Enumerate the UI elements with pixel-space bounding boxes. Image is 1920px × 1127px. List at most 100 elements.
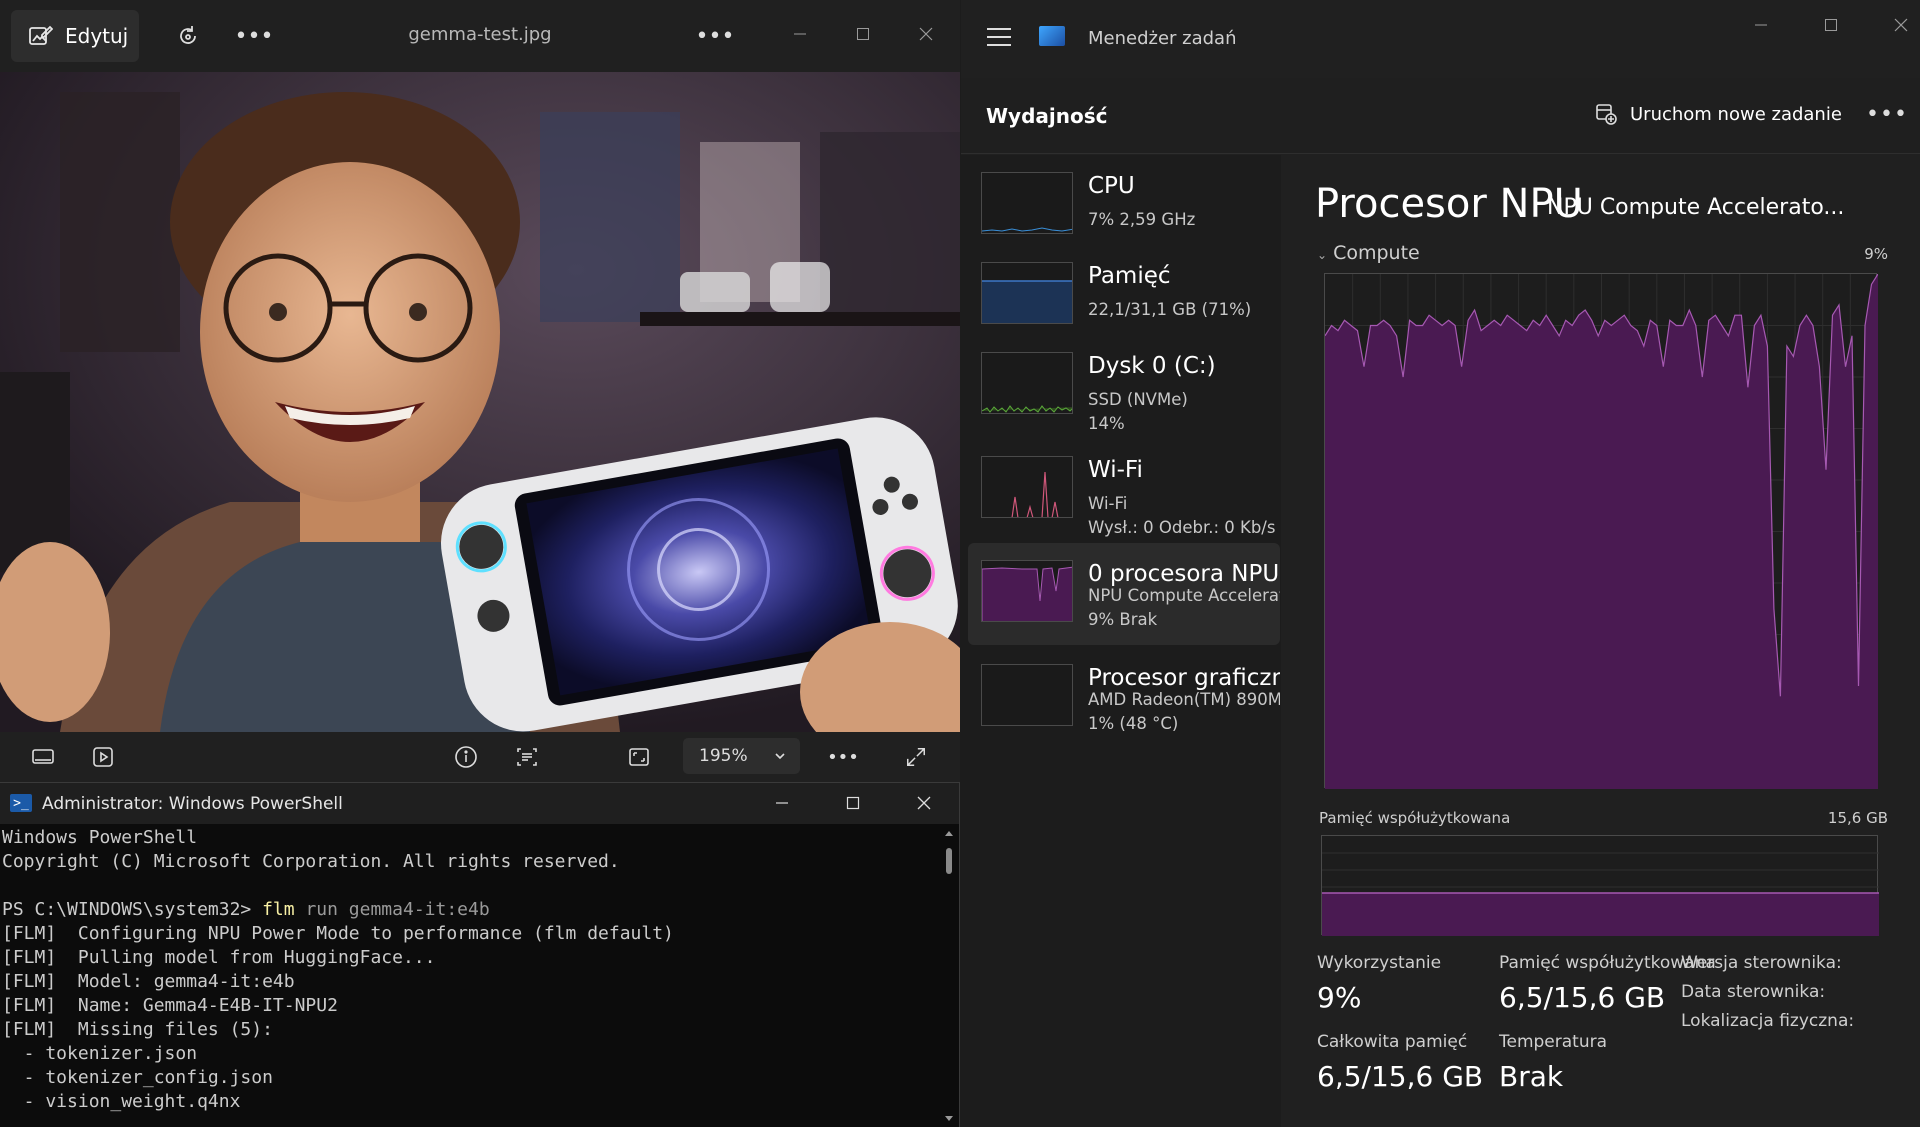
ps-minimize-icon[interactable] (762, 788, 802, 818)
zoom-value: 195% (699, 746, 748, 766)
perf-item-name: CPU (1088, 173, 1135, 199)
minimize-icon[interactable] (780, 16, 820, 52)
edit-button[interactable]: Edytuj (11, 10, 139, 62)
photo-more-icon[interactable]: ••• (696, 18, 735, 54)
section-title: Wydajność (986, 104, 1108, 128)
filmstrip-icon[interactable] (27, 742, 59, 772)
new-task-icon (1596, 104, 1617, 125)
powershell-titlebar: >_ Administrator: Windows PowerShell (0, 783, 959, 824)
maximize-icon[interactable] (843, 16, 883, 52)
usage-label: Wykorzystanie (1317, 953, 1442, 973)
console-line: [FLM] Missing files (5): (2, 1019, 273, 1040)
memory-mini-graph (981, 262, 1073, 324)
chevron-down-icon: ⌄ (1317, 248, 1328, 262)
perf-item-name: Wi-Fi (1088, 457, 1143, 483)
console-scrollbar[interactable] (943, 828, 955, 1124)
tm-minimize-icon[interactable] (1741, 10, 1781, 40)
ps-maximize-icon[interactable] (833, 788, 873, 818)
scan-text-icon[interactable] (511, 742, 543, 772)
perf-item-npu[interactable]: 0 procesora NPU NPU Compute Accelerator … (968, 543, 1280, 645)
perf-item-gpu[interactable]: Procesor graficzny 0 AMD Radeon(TM) 890M… (968, 647, 1280, 749)
perf-item-detail: 7% 2,59 GHz (1088, 210, 1196, 229)
console-line: [FLM] Pulling model from HuggingFace... (2, 947, 436, 968)
task-manager-window: Menedżer zadań Wydajność Uruchom nowe za… (961, 0, 1920, 1127)
close-icon[interactable] (906, 16, 946, 52)
usage-value: 9% (1317, 981, 1362, 1014)
edit-button-label: Edytuj (65, 24, 129, 48)
performance-header: Wydajność Uruchom nowe zadanie ••• (961, 78, 1920, 154)
compute-graph-selector[interactable]: ⌄ Compute (1317, 242, 1420, 264)
shared-memory-value: 6,5/15,6 GB (1499, 981, 1666, 1014)
powershell-window: >_ Administrator: Windows PowerShell Win… (0, 782, 960, 1127)
tm-close-icon[interactable] (1881, 10, 1920, 40)
device-name: NPU Compute Accelerato... (1547, 195, 1845, 220)
zoom-dropdown[interactable]: 195% (683, 738, 800, 774)
perf-item-name: Dysk 0 (C:) (1088, 353, 1216, 379)
header-more-icon[interactable]: ••• (1866, 102, 1908, 127)
perf-item-wifi[interactable]: Wi-Fi Wi-Fi Wysł.: 0 Odebr.: 0 Kb/s (968, 439, 1280, 541)
photos-bottombar: 195% ••• (0, 732, 960, 782)
console-output[interactable]: Windows PowerShell Copyright (C) Microsof… (0, 824, 940, 1127)
cpu-mini-graph (981, 172, 1073, 234)
temperature-value: Brak (1499, 1060, 1564, 1093)
perf-item-detail-2: 14% (1088, 414, 1125, 433)
shared-memory-graph-max: 15,6 GB (1827, 809, 1888, 827)
perf-item-detail: Wi-Fi (1088, 494, 1128, 513)
console-line: Copyright (C) Microsoft Corporation. All… (2, 851, 620, 872)
shared-memory-graph-label: Pamięć współużytkowana (1319, 809, 1511, 827)
perf-item-cpu[interactable]: CPU 7% 2,59 GHz (968, 155, 1280, 257)
console-line: [FLM] Model: gemma4-it:e4b (2, 971, 295, 992)
console-command: flm (262, 899, 295, 920)
chevron-down-icon (775, 753, 785, 760)
taskmgr-app-icon (1039, 26, 1065, 46)
npu-details-panel: Procesor NPU NPU Compute Accelerato... ⌄… (1281, 155, 1920, 1127)
tm-maximize-icon[interactable] (1811, 10, 1851, 40)
perf-item-memory[interactable]: Pamięć 22,1/31,1 GB (71%) (968, 245, 1280, 347)
run-new-task-button[interactable]: Uruchom nowe zadanie (1594, 102, 1842, 126)
more-options-icon[interactable]: ••• (235, 18, 274, 54)
taskmgr-title: Menedżer zadań (1088, 28, 1237, 49)
perf-item-disk[interactable]: Dysk 0 (C:) SSD (NVMe) 14% (968, 335, 1280, 437)
wifi-mini-graph (981, 456, 1073, 518)
powershell-title: Administrator: Windows PowerShell (42, 794, 343, 814)
bottom-more-icon[interactable]: ••• (827, 742, 859, 772)
perf-item-detail-2: Wysł.: 0 Odebr.: 0 Kb/s (1088, 518, 1276, 537)
perf-item-name: Procesor graficzny 0 (1088, 665, 1280, 691)
console-line: [FLM] Name: Gemma4-E4B-IT-NPU2 (2, 995, 338, 1016)
ps-close-icon[interactable] (904, 788, 944, 818)
photos-window: Edytuj ••• gemma-test.jpg ••• 195% ••• (0, 0, 960, 782)
shared-memory-graph (1321, 835, 1879, 936)
photo-filename: gemma-test.jpg (408, 24, 552, 45)
console-line: - tokenizer.json (2, 1043, 198, 1064)
driver-version-label: Wersja sterownika: (1681, 953, 1842, 973)
fit-to-window-icon[interactable] (623, 742, 655, 772)
gpu-mini-graph (981, 664, 1073, 726)
perf-item-detail: AMD Radeon(TM) 890M (1088, 690, 1280, 709)
performance-sidebar: CPU 7% 2,59 GHz Pamięć 22,1/31,1 GB (71%… (961, 155, 1281, 1127)
disk-mini-graph (981, 352, 1073, 414)
perf-item-detail: SSD (NVMe) (1088, 390, 1188, 409)
perf-item-detail: NPU Compute Accelerator (1088, 586, 1280, 605)
console-line: PS C:\WINDOWS\system32> flm run gemma4-i… (2, 898, 940, 922)
perf-item-detail-2: 1% (48 °C) (1088, 714, 1179, 733)
npu-mini-graph (981, 560, 1073, 622)
slideshow-icon[interactable] (87, 742, 119, 772)
taskmgr-titlebar: Menedżer zadań (961, 0, 1920, 78)
photo-image (0, 72, 960, 732)
perf-item-detail-2: 9% Brak (1088, 610, 1158, 629)
perf-item-name: Pamięć (1088, 263, 1171, 289)
info-icon[interactable] (450, 742, 482, 772)
driver-date-label: Data sterownika: (1681, 982, 1826, 1002)
console-line: - vision_weight.q4nx (2, 1091, 241, 1112)
fullscreen-icon[interactable] (900, 742, 932, 772)
perf-item-detail: 22,1/31,1 GB (71%) (1088, 300, 1252, 319)
edit-image-icon (29, 25, 53, 45)
console-args: run gemma4-it:e4b (294, 899, 490, 920)
rotate-icon[interactable] (170, 18, 206, 54)
hamburger-menu-icon[interactable] (987, 28, 1011, 46)
perf-item-name: 0 procesora NPU (1088, 561, 1280, 587)
total-memory-label: Całkowita pamięć (1317, 1032, 1468, 1052)
powershell-icon: >_ (10, 794, 32, 812)
physical-location-label: Lokalizacja fizyczna: (1681, 1011, 1855, 1031)
